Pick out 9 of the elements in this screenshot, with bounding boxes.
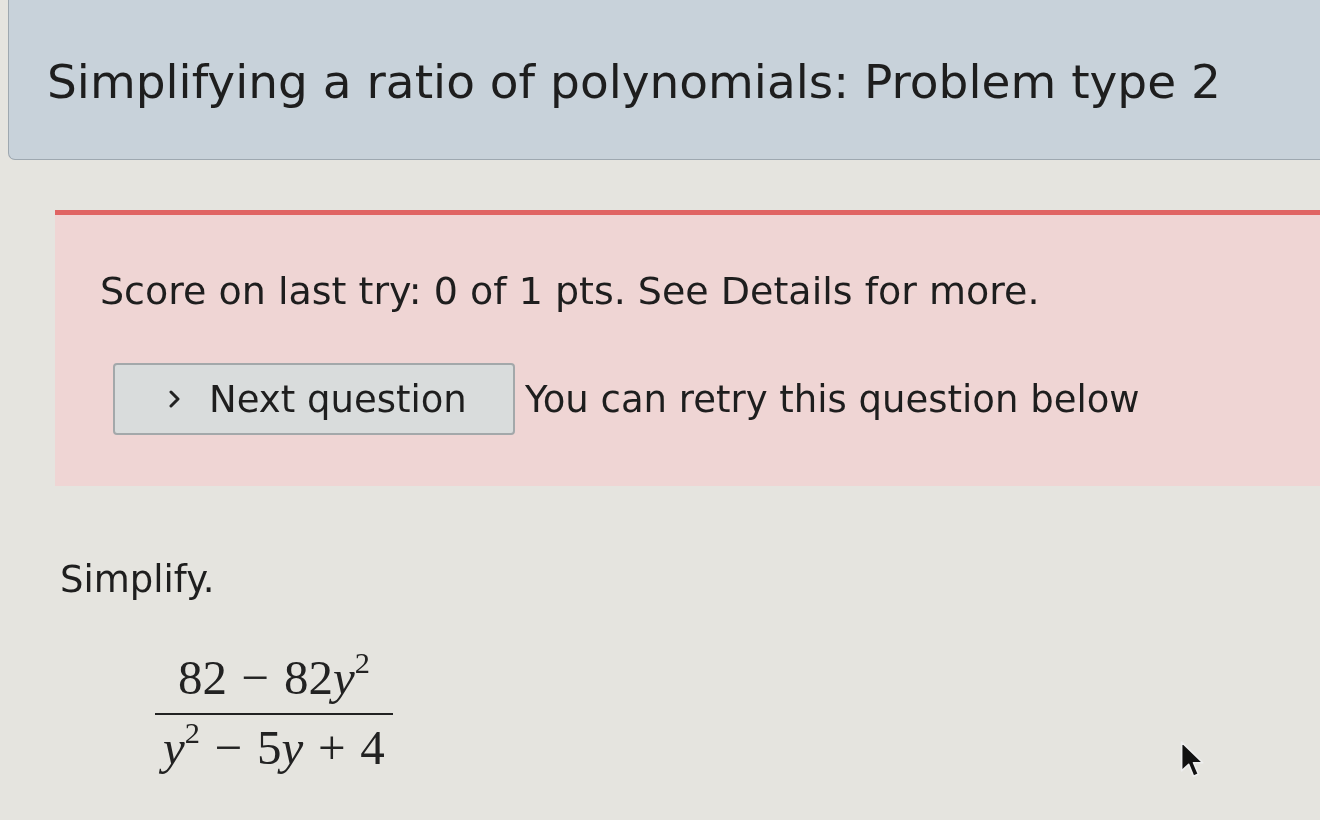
chevron-right-icon xyxy=(169,390,181,408)
fraction-denominator: y$^{2}$ − 5y + 4 xyxy=(155,720,393,775)
page-title: Simplifying a ratio of polynomials: Problem type 2 xyxy=(47,54,1221,109)
retry-note: You can retry this question below xyxy=(525,377,1140,421)
score-message: Score on last try: 0 of 1 pts. See Details for more. xyxy=(100,269,1041,313)
next-question-button[interactable]: Next question xyxy=(113,363,515,435)
question-prompt: Simplify. xyxy=(60,558,216,601)
mouse-pointer-icon xyxy=(1180,740,1206,780)
fraction-numerator: 82 − 82y$^{2}$ xyxy=(176,651,371,705)
